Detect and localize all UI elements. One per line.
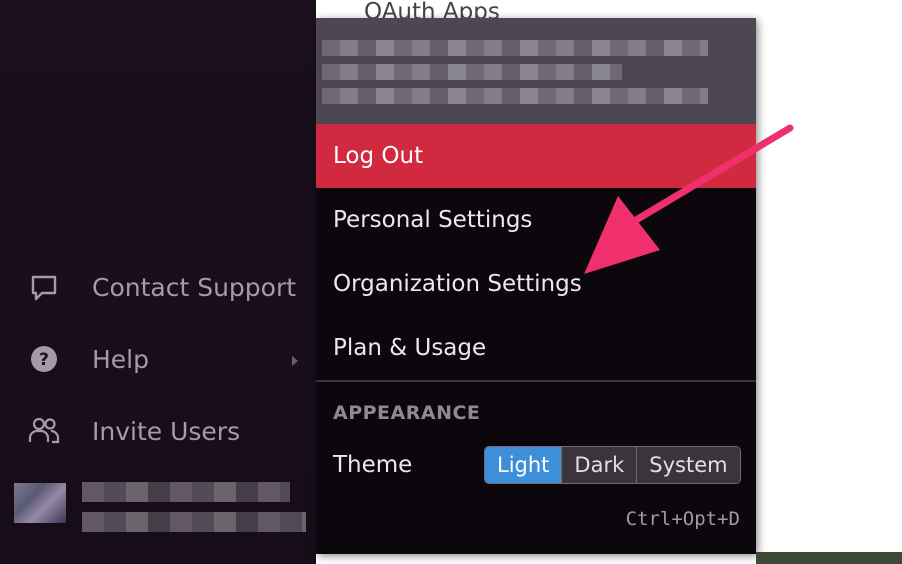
blurred-username [82, 482, 290, 502]
sidebar-item-invite-users[interactable]: Invite Users [26, 411, 311, 451]
menu-divider [316, 380, 756, 382]
theme-option-light[interactable]: Light [485, 447, 562, 483]
avatar [14, 483, 66, 523]
theme-shortcut-hint: Ctrl+Opt+D [625, 508, 740, 530]
theme-option-dark[interactable]: Dark [561, 447, 637, 483]
theme-option-system[interactable]: System [636, 447, 740, 483]
plan-usage-menu-item[interactable]: Plan & Usage [316, 316, 756, 380]
user-account-row[interactable] [14, 478, 310, 538]
question-circle-icon: ? [26, 341, 62, 377]
theme-label: Theme [333, 452, 413, 478]
sidebar-item-label: Contact Support [92, 272, 297, 302]
background-strip [756, 552, 902, 564]
chevron-right-icon [289, 348, 301, 377]
users-icon [26, 413, 62, 449]
blurred-account-email [322, 88, 708, 104]
theme-toggle: Light Dark System [484, 446, 741, 484]
logout-menu-item[interactable]: Log Out [316, 124, 756, 188]
chat-bubble-icon [26, 269, 62, 305]
sidebar-item-help[interactable]: ? Help [26, 339, 311, 379]
user-menu-dropdown: Log Out Personal Settings Organization S… [316, 18, 756, 554]
svg-text:?: ? [39, 350, 49, 370]
personal-settings-menu-item[interactable]: Personal Settings [316, 188, 756, 252]
appearance-heading: APPEARANCE [333, 402, 481, 424]
sidebar: Contact Support ? Help Invite Users [0, 0, 316, 564]
menu-user-header [316, 18, 756, 124]
organization-settings-menu-item[interactable]: Organization Settings [316, 252, 756, 316]
blurred-email [82, 512, 306, 532]
sidebar-item-contact-support[interactable]: Contact Support [26, 267, 311, 307]
sidebar-item-label: Help [92, 344, 149, 374]
blurred-account-detail [322, 64, 622, 80]
sidebar-item-label: Invite Users [92, 416, 241, 446]
blurred-account-name [322, 40, 708, 56]
